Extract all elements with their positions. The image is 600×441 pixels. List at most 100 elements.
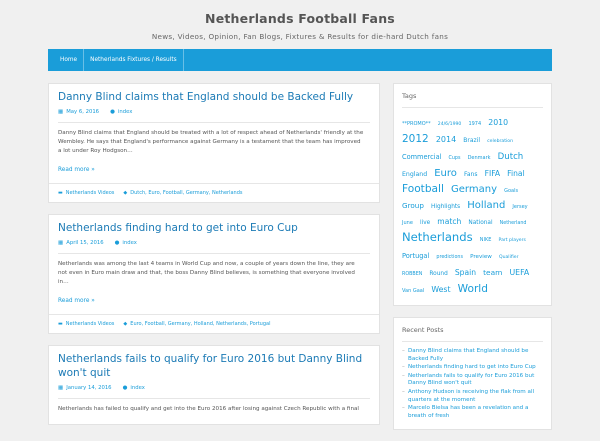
nav-item-home[interactable]: Home (54, 49, 83, 71)
tag-link[interactable]: Qualifier (499, 255, 519, 260)
read-more-link[interactable]: Read more » (58, 167, 95, 173)
post-excerpt: Danny Blind claims that England should b… (58, 130, 364, 154)
tag-link[interactable]: Final (507, 169, 525, 178)
user-icon: ● (110, 109, 115, 115)
tag-link[interactable]: Goals (504, 188, 518, 194)
tag-link[interactable]: Football (402, 183, 444, 195)
tag-link[interactable]: Denmark (468, 155, 491, 161)
tag-link[interactable]: Portugal (402, 252, 429, 260)
tag-link[interactable]: team (483, 268, 502, 277)
folder-icon: ▬ (58, 321, 63, 327)
calendar-icon: ▦ (58, 240, 64, 246)
post-author[interactable]: index (130, 385, 145, 391)
divider (402, 341, 543, 342)
tag-icon: ◆ (123, 321, 128, 327)
tag-link[interactable]: celebration (487, 139, 513, 144)
recent-posts-list: Danny Blind claims that England should b… (402, 348, 543, 420)
tag-link[interactable]: live (420, 220, 430, 226)
post-card: Danny Blind claims that England should b… (48, 83, 380, 203)
tag-link[interactable]: National (468, 220, 492, 226)
tag-link[interactable]: UEFA (509, 268, 529, 277)
divider (58, 122, 370, 123)
tag-link[interactable]: 2010 (488, 118, 508, 127)
widget-title: Recent Posts (402, 326, 444, 334)
post-category[interactable]: Netherlands Videos (66, 321, 115, 327)
tag-link[interactable]: FIFA (485, 169, 500, 178)
tag-link[interactable]: ROBBEN (402, 272, 422, 277)
tag-link[interactable]: Van Gaal (402, 288, 424, 294)
tag-icon: ◆ (123, 190, 128, 196)
recent-post-link[interactable]: Danny Blind claims that England should b… (402, 348, 543, 363)
tag-link[interactable]: Highlights (431, 204, 460, 210)
nav-item-fixtures-results[interactable]: Netherlands Fixtures / Results (84, 49, 183, 71)
widget-title: Tags (402, 92, 417, 100)
site-title[interactable]: Netherlands Football Fans (0, 11, 600, 26)
tag-link[interactable]: **PROMO** (402, 121, 431, 127)
post-meta: ▦ April 15, 2016 ● index (58, 240, 370, 246)
post-author[interactable]: index (122, 240, 137, 246)
tag-link[interactable]: Part players (499, 238, 526, 243)
tags-widget: Tags **PROMO** 24/6/1990 1974 2010 2012 … (393, 83, 552, 306)
calendar-icon: ▦ (58, 109, 64, 115)
sidebar: Tags **PROMO** 24/6/1990 1974 2010 2012 … (393, 83, 552, 441)
tag-link[interactable]: 24/6/1990 (438, 122, 462, 127)
tag-link[interactable]: Netherlands (402, 230, 473, 244)
tag-link[interactable]: Euro (434, 168, 457, 179)
post-tags[interactable]: Dutch, Euro, Football, Germany, Netherla… (130, 190, 242, 196)
post-excerpt: Netherlands was among the last 4 teams i… (58, 261, 355, 285)
post-meta: ▦ May 6, 2016 ● index (58, 109, 370, 115)
tag-link[interactable]: predictions (436, 255, 463, 260)
post-card: Netherlands fails to qualify for Euro 20… (48, 345, 380, 425)
post-excerpt: Netherlands has failed to qualify and ge… (58, 406, 359, 412)
tag-link[interactable]: England (402, 171, 427, 178)
tag-link[interactable]: 2012 (402, 133, 429, 145)
divider (402, 107, 543, 108)
user-icon: ● (114, 240, 120, 246)
tag-link[interactable]: Holland (467, 200, 505, 211)
tag-link[interactable]: Cups (449, 156, 461, 161)
tag-link[interactable]: World (458, 283, 488, 295)
tag-link[interactable]: match (437, 217, 461, 226)
tag-link[interactable]: NIKE (480, 237, 492, 243)
post-card: Netherlands finding hard to get into Eur… (48, 214, 380, 334)
post-author[interactable]: index (118, 109, 133, 115)
tag-cloud: **PROMO** 24/6/1990 1974 2010 2012 2014 … (402, 114, 543, 297)
nav-divider (182, 49, 184, 71)
tag-link[interactable]: Spain (455, 268, 476, 277)
site-description: News, Videos, Opinion, Fan Blogs, Fixtur… (151, 32, 449, 41)
tag-link[interactable]: Fans (464, 171, 478, 178)
post-title[interactable]: Danny Blind claims that England should b… (58, 90, 370, 104)
user-icon: ● (122, 385, 128, 391)
recent-post-link[interactable]: Marcelo Bielsa has been a revelation and… (402, 405, 543, 420)
tag-link[interactable]: 2014 (436, 135, 456, 144)
post-list: Danny Blind claims that England should b… (48, 83, 380, 436)
tag-link[interactable]: West (431, 285, 450, 294)
tag-link[interactable]: 1974 (468, 121, 481, 127)
tag-link[interactable]: Jersey (512, 204, 527, 210)
tag-link[interactable]: June (402, 220, 413, 226)
tag-link[interactable]: Commercial (402, 153, 441, 161)
recent-post-link[interactable]: Netherlands fails to qualify for Euro 20… (402, 373, 543, 388)
post-tags[interactable]: Euro, Football, Germany, Holland, Nether… (130, 321, 270, 327)
tag-link[interactable]: Dutch (498, 152, 524, 162)
post-title[interactable]: Netherlands fails to qualify for Euro 20… (58, 352, 370, 380)
read-more-link[interactable]: Read more » (58, 298, 95, 304)
post-meta: ▦ January 14, 2016 ● index (58, 385, 370, 391)
post-footer: ▬ Netherlands Videos ◆ Euro, Football, G… (49, 314, 379, 333)
divider (58, 253, 370, 254)
post-date[interactable]: May 6, 2016 (66, 109, 99, 115)
post-date[interactable]: January 14, 2016 (66, 385, 111, 391)
tag-link[interactable]: Germany (451, 184, 497, 195)
post-title[interactable]: Netherlands finding hard to get into Eur… (58, 221, 370, 235)
recent-post-link[interactable]: Netherlands finding hard to get into Eur… (402, 364, 543, 372)
calendar-icon: ▦ (58, 385, 64, 391)
recent-posts-widget: Recent Posts Danny Blind claims that Eng… (393, 317, 552, 431)
tag-link[interactable]: Brazil (463, 137, 480, 144)
tag-link[interactable]: Round (429, 271, 447, 277)
post-date[interactable]: April 15, 2016 (66, 240, 103, 246)
tag-link[interactable]: Preview (470, 254, 492, 260)
recent-post-link[interactable]: Anthony Hudson is receiving the flak fro… (402, 389, 543, 404)
tag-link[interactable]: Group (402, 201, 424, 210)
post-category[interactable]: Netherlands Videos (66, 190, 115, 196)
tag-link[interactable]: Netherland (500, 221, 527, 226)
